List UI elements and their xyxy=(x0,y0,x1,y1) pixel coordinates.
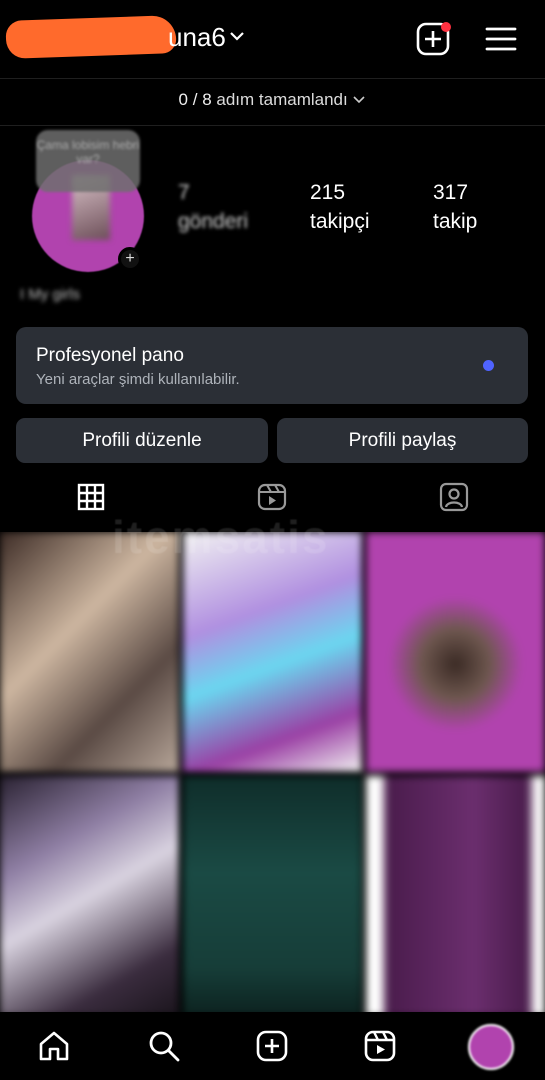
post-thumbnail[interactable] xyxy=(183,532,362,772)
grid-icon[interactable] xyxy=(71,480,111,514)
posts-stat[interactable]: 7 gönderi xyxy=(178,178,248,236)
add-story-icon[interactable]: + xyxy=(118,247,142,271)
following-count: 317 xyxy=(433,181,469,204)
steps-divider xyxy=(0,125,545,126)
steps-separator: / xyxy=(192,90,198,109)
followers-label: takipçi xyxy=(310,210,370,233)
onboarding-progress[interactable]: 0 / 8 adım tamamlandı xyxy=(0,90,545,110)
following-stat[interactable]: 317 takip xyxy=(433,178,477,236)
professional-dashboard[interactable]: Profesyonel pano Yeni araçlar şimdi kull… xyxy=(16,327,528,404)
posts-count: 7 xyxy=(178,181,190,204)
pro-title: Profesyonel pano xyxy=(36,345,184,366)
bio: I My girls xyxy=(20,286,80,303)
chevron-down-icon[interactable] xyxy=(229,26,245,47)
redacted-username-mark xyxy=(5,15,177,59)
followers-stat[interactable]: 215 takipçi xyxy=(310,178,370,236)
top-header: una6 xyxy=(0,0,545,78)
edit-profile-button[interactable]: Profili düzenle xyxy=(16,418,268,463)
note-bubble[interactable]: Çama lobisim hebri var? xyxy=(36,130,140,192)
header-divider xyxy=(0,78,545,79)
post-thumbnail[interactable] xyxy=(0,776,179,1012)
post-thumbnail[interactable] xyxy=(183,776,362,1012)
search-icon[interactable] xyxy=(144,1026,184,1066)
new-indicator-dot xyxy=(483,360,494,371)
post-thumbnail[interactable] xyxy=(366,532,545,772)
posts-grid xyxy=(0,532,545,1012)
watermark: itemsatis xyxy=(112,511,330,563)
notification-dot xyxy=(441,22,451,32)
followers-count: 215 xyxy=(310,181,346,204)
profile-avatar[interactable] xyxy=(468,1024,514,1070)
username[interactable]: una6 xyxy=(168,22,226,53)
reels-icon[interactable] xyxy=(252,480,292,514)
reels-icon[interactable] xyxy=(360,1026,400,1066)
following-label: takip xyxy=(433,210,478,233)
post-thumbnail[interactable] xyxy=(0,532,179,772)
tagged-icon[interactable] xyxy=(434,480,474,514)
share-profile-button[interactable]: Profili paylaş xyxy=(277,418,528,463)
chevron-down-icon xyxy=(352,90,366,109)
posts-label: gönderi xyxy=(178,210,249,233)
steps-total: 8 xyxy=(202,90,212,109)
home-icon[interactable] xyxy=(34,1026,74,1066)
post-thumbnail[interactable] xyxy=(366,776,545,1012)
menu-icon[interactable] xyxy=(482,20,520,58)
steps-label: adım tamamlandı xyxy=(216,90,348,109)
steps-completed: 0 xyxy=(178,90,188,109)
bottom-navigation xyxy=(0,1012,545,1080)
profile-avatar-area[interactable]: Çama lobisim hebri var? + xyxy=(32,130,148,272)
create-icon[interactable] xyxy=(252,1026,292,1066)
pro-subtitle: Yeni araçlar şimdi kullanılabilir. xyxy=(36,371,240,388)
